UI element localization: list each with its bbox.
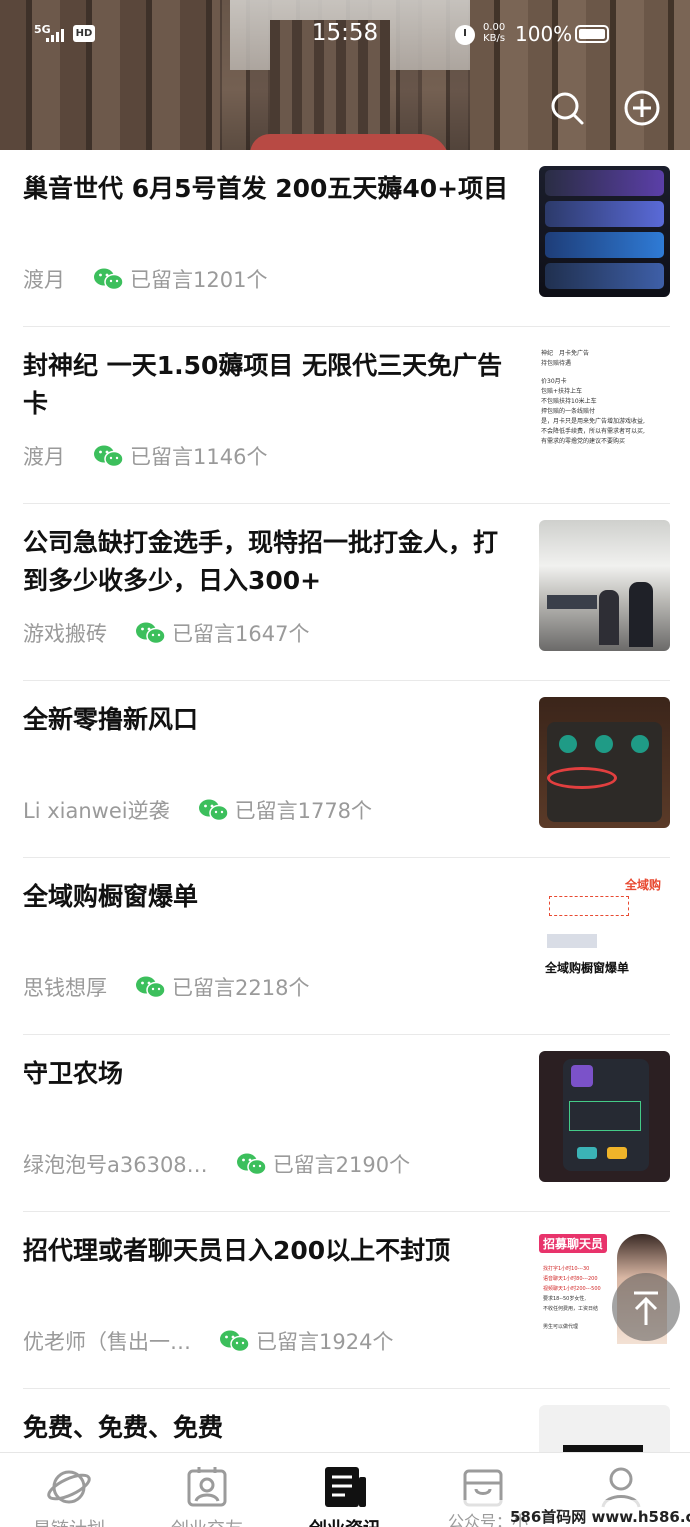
tab-networking[interactable]: 创业交友 xyxy=(138,1453,276,1527)
article-feed[interactable]: 巢音世代 6月5号首发 200五天薅40+项目 渡月 已留言1201个 封神纪 … xyxy=(0,150,690,1452)
game-screenshot-thumbnail[interactable] xyxy=(539,1051,670,1182)
shop-banner-thumbnail[interactable]: 全域购 全域购橱窗爆单 xyxy=(539,874,670,1005)
list-item[interactable]: 公司急缺打金选手，现特招一批打金人，打到多少收多少，日入300+ 游戏搬砖 已留… xyxy=(0,504,690,681)
article-title: 招代理或者聊天员日入200以上不封顶 xyxy=(23,1236,451,1265)
article-title: 巢音世代 6月5号首发 200五天薅40+项目 xyxy=(23,174,509,203)
comment-count: 已留言1201个 xyxy=(130,268,268,292)
list-item[interactable]: 守卫农场 绿泡泡号a36308… 已留言2190个 xyxy=(0,1035,690,1212)
wechat-icon xyxy=(136,622,166,645)
thumb-line: 包赔+扶持上车 xyxy=(541,388,583,395)
contact-card-icon xyxy=(187,1467,227,1507)
thumb-line: 持包赔待遇 xyxy=(541,360,572,367)
tab-label: 创业资讯 xyxy=(276,1515,414,1527)
tab-label: 星链计划 xyxy=(0,1515,138,1527)
comment-count: 已留言1778个 xyxy=(234,799,373,823)
article-author[interactable]: 思钱想厚 xyxy=(23,972,107,1002)
article-title: 全域购橱窗爆单 xyxy=(23,882,199,911)
add-button[interactable] xyxy=(624,90,660,126)
article-meta: 渡月 已留言1146个 xyxy=(23,441,267,471)
thumb-line: 价30月卡 xyxy=(541,378,567,385)
status-bar: 5G HD 15:58 0.00 KB/s 100% xyxy=(0,18,690,54)
article-meta: 游戏搬砖 已留言1647个 xyxy=(23,618,309,648)
thumb-line: 不包赔扶持10米上车 xyxy=(541,398,597,405)
text-note-thumbnail[interactable]: 神纪 月卡免广告 持包赔待遇 价30月卡 包赔+扶持上车 不包赔扶持10米上车 … xyxy=(539,343,670,474)
wechat-icon xyxy=(136,976,166,999)
tab-label: 创业交友 xyxy=(138,1515,276,1527)
wechat-icon xyxy=(198,799,229,822)
wechat-icon xyxy=(220,1330,250,1353)
article-meta: 绿泡泡号a36308… 已留言2190个 xyxy=(23,1149,410,1179)
thumb-badge: 全域购 xyxy=(625,878,662,892)
plus-circle-icon xyxy=(624,90,660,126)
list-item[interactable]: 招代理或者聊天员日入200以上不封顶 优老师（售出一… 已留言1924个 招募聊… xyxy=(0,1212,690,1389)
list-item[interactable]: 封神纪 一天1.50薅项目 无限代三天免广告卡 渡月 已留言1146个 神纪 月… xyxy=(0,327,690,504)
comment-count: 已留言2218个 xyxy=(172,976,310,1000)
app-screenshot-thumbnail[interactable] xyxy=(539,697,670,828)
article-meta: 思钱想厚 已留言2218个 xyxy=(23,972,309,1002)
list-item[interactable]: 全域购橱窗爆单 思钱想厚 已留言2218个 全域购 全域购橱窗爆单 xyxy=(0,858,690,1035)
header-banner: 5G HD 15:58 0.00 KB/s 100% xyxy=(0,0,690,150)
net-speed-unit: KB/s xyxy=(483,33,506,44)
article-author[interactable]: 优老师（售出一… xyxy=(23,1326,191,1356)
wechat-icon xyxy=(236,1153,267,1176)
watermark: 公众号：小 586首码网 www.h586.com xyxy=(448,1500,690,1527)
alarm-icon xyxy=(455,25,475,45)
net-speed-value: 0.00 xyxy=(483,22,506,33)
thumb-line: 有需求的零撸党的建议不要购买 xyxy=(541,438,626,445)
thumb-line: 捍包赔的一条线赔付 xyxy=(541,408,596,415)
article-author[interactable]: 游戏搬砖 xyxy=(23,618,107,648)
list-item[interactable]: 巢音世代 6月5号首发 200五天薅40+项目 渡月 已留言1201个 xyxy=(0,150,690,327)
article-title: 公司急缺打金选手，现特招一批打金人，打到多少收多少，日入300+ xyxy=(23,528,499,595)
article-meta: 优老师（售出一… 已留言1924个 xyxy=(23,1326,393,1356)
wechat-icon xyxy=(94,268,124,291)
office-photo-thumbnail[interactable] xyxy=(539,520,670,651)
watermark-right: 586首码网 www.h586.com xyxy=(510,1508,690,1526)
article-author[interactable]: 渡月 xyxy=(23,264,65,294)
comment-count: 已留言1647个 xyxy=(172,622,310,646)
ad-thumbnail[interactable] xyxy=(539,1405,670,1452)
search-button[interactable] xyxy=(549,90,585,126)
battery-icon xyxy=(575,25,609,43)
article-meta: 渡月 已留言1201个 xyxy=(23,264,267,294)
search-icon xyxy=(551,92,584,125)
article-title: 守卫农场 xyxy=(23,1059,124,1088)
article-author[interactable]: Li xianwei逆袭 xyxy=(23,795,170,825)
tab-news[interactable]: 创业资讯 xyxy=(276,1453,414,1527)
list-item[interactable]: 全新零撸新风口 Li xianwei逆袭 已留言1778个 xyxy=(0,681,690,858)
app-screens-thumbnail[interactable] xyxy=(539,166,670,297)
net-speed: 0.00 KB/s xyxy=(483,22,505,44)
wechat-icon xyxy=(94,445,124,468)
thumb-line: 神纪 月卡免广告 xyxy=(541,350,590,357)
article-author[interactable]: 绿泡泡号a36308… xyxy=(23,1149,208,1179)
planet-icon xyxy=(47,1470,91,1504)
thumb-text: 全域购橱窗爆单 xyxy=(545,961,630,975)
arrow-up-icon xyxy=(634,1291,658,1325)
thumb-line: 不会降低手续费，所以有需求者可以买, xyxy=(541,428,645,435)
news-icon xyxy=(325,1467,366,1507)
tab-star-chain[interactable]: 星链计划 xyxy=(0,1453,138,1527)
banner-car xyxy=(250,134,450,150)
scroll-to-top-button[interactable] xyxy=(612,1273,680,1341)
thumb-line: 是，月卡只是用来免广告增加游戏收益, xyxy=(541,418,645,425)
list-item[interactable]: 免费、免费、免费 xyxy=(0,1389,690,1452)
article-title: 封神纪 一天1.50薅项目 无限代三天免广告卡 xyxy=(23,351,503,418)
battery-percent: 100% xyxy=(515,22,573,46)
thumb-banner: 招募聊天员 xyxy=(539,1234,608,1253)
article-title: 免费、免费、免费 xyxy=(23,1413,224,1442)
comment-count: 已留言2190个 xyxy=(272,1153,411,1177)
article-author[interactable]: 渡月 xyxy=(23,441,65,471)
article-meta: Li xianwei逆袭 已留言1778个 xyxy=(23,795,372,825)
comment-count: 已留言1146个 xyxy=(130,445,268,469)
comment-count: 已留言1924个 xyxy=(256,1330,394,1354)
article-title: 全新零撸新风口 xyxy=(23,705,199,734)
